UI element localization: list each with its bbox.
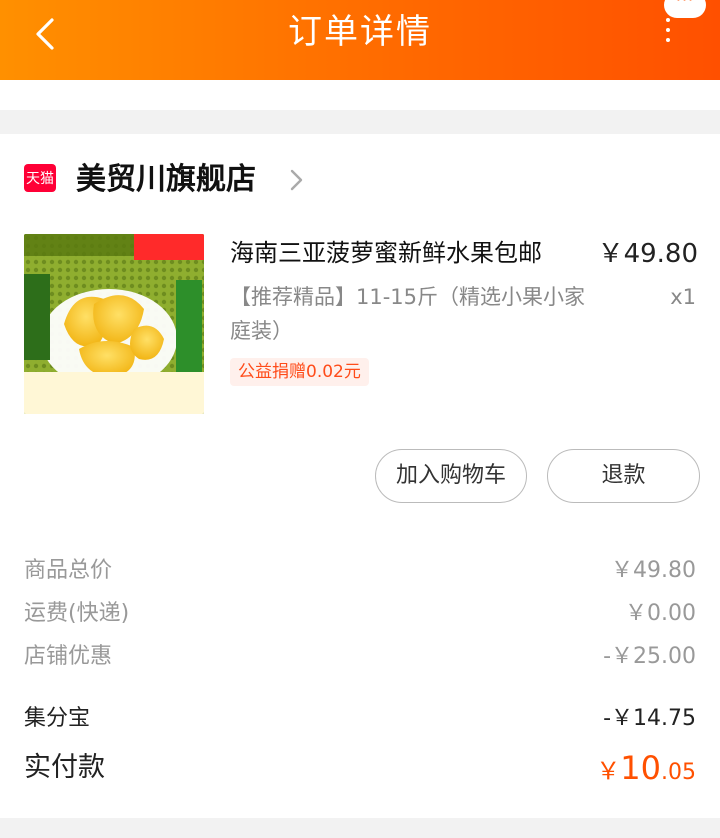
items-total-label: 商品总价 xyxy=(24,558,113,583)
jackfruit-photo xyxy=(24,234,204,414)
unit-price: ￥49.80 xyxy=(597,239,698,269)
currency-symbol: ￥ xyxy=(596,757,621,785)
page-title: 订单详情 xyxy=(288,12,432,52)
points-row: 集分宝 -￥14.75 xyxy=(24,702,696,736)
quantity: x1 xyxy=(670,285,696,309)
amount-paid-value: ￥10.05 xyxy=(596,746,696,796)
product-spec: 【推荐精品】11-15斤（精选小果小家庭装） xyxy=(230,285,586,343)
order-card: 天猫 美贸川旗舰店 海南三亚菠萝蜜新鲜水果包邮 【推荐精品】11-15斤（精选小… xyxy=(0,134,720,818)
shipping-row: 运费(快递) ￥0.00 xyxy=(24,597,696,631)
product-title[interactable]: 海南三亚菠萝蜜新鲜水果包邮 xyxy=(230,236,542,270)
top-nav-bar: 订单详情 ··· xyxy=(0,0,720,80)
amount-paid-decimal: .05 xyxy=(661,760,696,785)
add-to-cart-button[interactable]: 加入购物车 xyxy=(375,449,527,503)
more-vertical-icon xyxy=(666,18,670,22)
shop-name[interactable]: 美贸川旗舰店 xyxy=(76,160,256,200)
items-total-value: ￥49.80 xyxy=(611,558,696,583)
store-discount-row: 店铺优惠 -￥25.00 xyxy=(24,640,696,674)
shipping-value: ￥0.00 xyxy=(625,601,696,626)
points-label: 集分宝 xyxy=(24,706,91,731)
items-total-row: 商品总价 ￥49.80 xyxy=(24,554,696,588)
chevron-right-icon xyxy=(290,169,303,191)
amount-paid-row: 实付款 ￥10.05 xyxy=(24,746,696,790)
points-value: -￥14.75 xyxy=(603,706,696,731)
top-blank-section xyxy=(0,80,720,110)
charity-tag: 公益捐赠0.02元 xyxy=(230,358,369,386)
more-options-button[interactable]: ··· xyxy=(652,0,706,52)
amount-paid-integer: 10 xyxy=(620,749,661,787)
shipping-label: 运费(快递) xyxy=(24,601,130,626)
refund-button[interactable]: 退款 xyxy=(547,449,700,503)
tmall-logo: 天猫 xyxy=(24,164,56,192)
amount-paid-label: 实付款 xyxy=(24,752,105,783)
store-discount-label: 店铺优惠 xyxy=(24,644,113,669)
store-discount-value: -￥25.00 xyxy=(603,644,696,669)
product-image[interactable] xyxy=(24,234,204,414)
message-badge[interactable]: ··· xyxy=(664,0,706,18)
